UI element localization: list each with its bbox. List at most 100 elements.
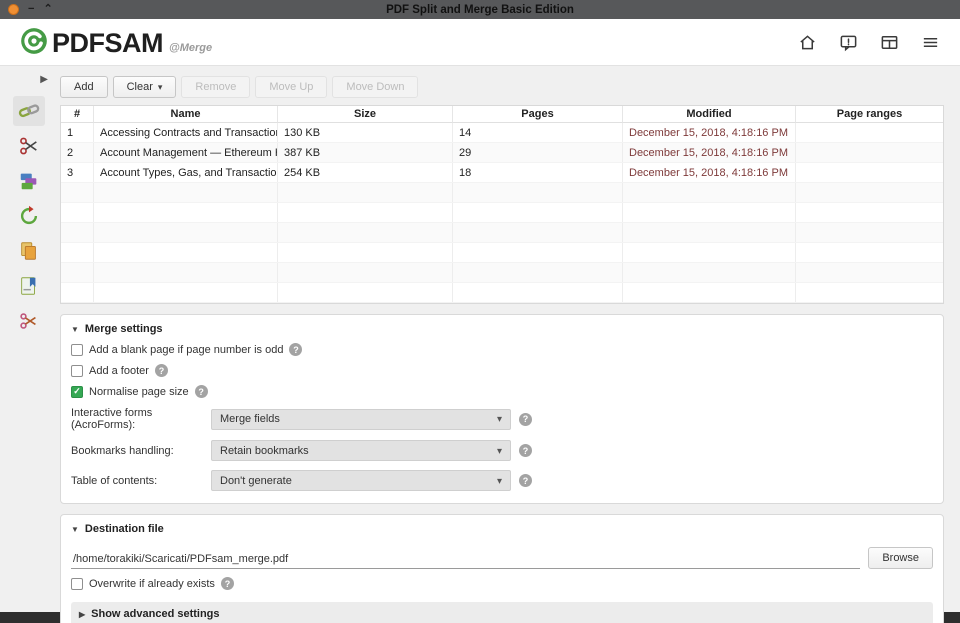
chevron-down-icon bbox=[497, 475, 502, 487]
destination-file-header[interactable]: Destination file bbox=[71, 523, 933, 535]
destination-file-panel: Destination file Browse Overwrite if alr… bbox=[60, 514, 944, 623]
cell-name: Accessing Contracts and Transaction... bbox=[94, 123, 278, 142]
remove-button[interactable]: Remove bbox=[181, 76, 251, 98]
help-icon[interactable] bbox=[194, 385, 208, 398]
home-button[interactable] bbox=[798, 33, 817, 52]
bookmarks-select[interactable]: Retain bookmarks bbox=[211, 440, 511, 461]
merge-settings-header[interactable]: Merge settings bbox=[71, 323, 933, 335]
toc-label: Table of contents: bbox=[71, 474, 158, 487]
cell-size: 254 KB bbox=[278, 163, 453, 182]
split-by-size-icon bbox=[20, 313, 36, 329]
alternate-mix-icon bbox=[20, 173, 37, 190]
cell-size: 130 KB bbox=[278, 123, 453, 142]
blank-page-checkbox[interactable] bbox=[71, 343, 83, 356]
cell-modified: December 15, 2018, 4:18:16 PM bbox=[623, 163, 796, 182]
file-list-toolbar: Add Clear Remove Move Up Move Down bbox=[60, 76, 944, 98]
move-up-button[interactable]: Move Up bbox=[255, 76, 328, 98]
cell-page-ranges[interactable] bbox=[796, 123, 943, 142]
overwrite-checkbox[interactable] bbox=[71, 577, 83, 590]
help-icon[interactable] bbox=[220, 577, 234, 590]
help-icon[interactable] bbox=[519, 474, 532, 487]
sidebar-expand-button[interactable]: ▶ bbox=[40, 74, 48, 85]
table-header-row: # Name Size Pages Modified Page ranges bbox=[61, 106, 943, 123]
help-icon[interactable] bbox=[519, 412, 532, 426]
browse-button[interactable]: Browse bbox=[868, 547, 933, 569]
cell-pages: 14 bbox=[453, 123, 623, 142]
chevron-down-icon bbox=[497, 445, 502, 457]
overwrite-label: Overwrite if already exists bbox=[89, 577, 215, 590]
table-empty-row bbox=[61, 243, 943, 263]
cell-pages: 18 bbox=[453, 163, 623, 182]
sidebar-item-split[interactable] bbox=[13, 131, 45, 161]
cell-page-ranges[interactable] bbox=[796, 143, 943, 162]
app-logo: PDFSAM @Merge bbox=[20, 27, 212, 57]
table-row[interactable]: 3 Account Types, Gas, and Transaction...… bbox=[61, 163, 943, 183]
acroforms-label: Interactive forms (AcroForms): bbox=[71, 407, 153, 431]
footer-label: Add a footer bbox=[89, 364, 149, 377]
column-header-pages[interactable]: Pages bbox=[453, 106, 623, 123]
merge-settings-panel: Merge settings Add a blank page if page … bbox=[60, 314, 944, 504]
chevron-down-icon bbox=[497, 413, 502, 425]
collapse-closed-icon bbox=[79, 608, 85, 620]
cell-num: 2 bbox=[61, 143, 94, 162]
rotate-icon bbox=[20, 205, 38, 225]
cell-modified: December 15, 2018, 4:18:16 PM bbox=[623, 123, 796, 142]
sidebar-item-split-size[interactable] bbox=[13, 306, 45, 336]
split-scissors-icon bbox=[20, 137, 37, 155]
workspace-button[interactable] bbox=[880, 33, 899, 52]
move-down-button[interactable]: Move Down bbox=[332, 76, 419, 98]
table-empty-row bbox=[61, 283, 943, 303]
clear-button[interactable]: Clear bbox=[112, 76, 177, 98]
module-name: @Merge bbox=[169, 42, 213, 54]
help-icon[interactable] bbox=[519, 444, 532, 457]
feedback-button[interactable] bbox=[839, 33, 858, 52]
merge-chain-icon bbox=[18, 104, 40, 118]
cell-num: 1 bbox=[61, 123, 94, 142]
menu-button[interactable] bbox=[921, 33, 940, 52]
cell-page-ranges[interactable] bbox=[796, 163, 943, 182]
sidebar-item-merge[interactable] bbox=[13, 96, 45, 126]
column-header-name[interactable]: Name bbox=[94, 106, 278, 123]
blank-page-label: Add a blank page if page number is odd bbox=[89, 343, 284, 356]
cell-modified: December 15, 2018, 4:18:16 PM bbox=[623, 143, 796, 162]
file-table: # Name Size Pages Modified Page ranges 1… bbox=[60, 105, 944, 304]
workspace-icon bbox=[881, 35, 898, 49]
cell-pages: 29 bbox=[453, 143, 623, 162]
sidebar-item-alternate-mix[interactable] bbox=[13, 166, 45, 196]
app-title: PDFSAM bbox=[52, 28, 164, 58]
add-button[interactable]: Add bbox=[60, 76, 108, 98]
destination-path-input[interactable] bbox=[71, 550, 861, 569]
column-header-size[interactable]: Size bbox=[278, 106, 453, 123]
titlebar: − ⌃ PDF Split and Merge Basic Edition bbox=[0, 0, 960, 19]
cell-name: Account Management — Ethereum H... bbox=[94, 143, 278, 162]
bookmarks-label: Bookmarks handling: bbox=[71, 444, 174, 457]
window-title: PDF Split and Merge Basic Edition bbox=[386, 3, 574, 16]
cell-size: 387 KB bbox=[278, 143, 453, 162]
help-icon[interactable] bbox=[154, 364, 168, 377]
pdfsam-logo-icon bbox=[21, 28, 47, 54]
chevron-down-icon bbox=[158, 81, 163, 93]
column-header-modified[interactable]: Modified bbox=[623, 106, 796, 123]
acroforms-select[interactable]: Merge fields bbox=[211, 408, 511, 430]
table-empty-row bbox=[61, 183, 943, 203]
sidebar-item-rotate[interactable] bbox=[13, 201, 45, 231]
extract-icon bbox=[21, 242, 36, 260]
collapse-open-icon bbox=[71, 323, 79, 335]
home-icon bbox=[800, 34, 815, 49]
table-row[interactable]: 2 Account Management — Ethereum H... 387… bbox=[61, 143, 943, 163]
footer-checkbox[interactable] bbox=[71, 364, 83, 377]
show-advanced-settings-toggle[interactable]: Show advanced settings bbox=[71, 602, 933, 623]
column-header-num[interactable]: # bbox=[61, 106, 94, 123]
table-row[interactable]: 1 Accessing Contracts and Transaction...… bbox=[61, 123, 943, 143]
sidebar-item-extract[interactable] bbox=[13, 236, 45, 266]
normalise-page-size-checkbox[interactable] bbox=[71, 385, 83, 398]
feedback-icon bbox=[840, 35, 857, 51]
toc-select[interactable]: Don't generate bbox=[211, 470, 511, 491]
help-icon[interactable] bbox=[289, 343, 303, 356]
cell-num: 3 bbox=[61, 163, 94, 182]
split-by-bookmarks-icon bbox=[21, 277, 36, 295]
sidebar-item-split-bookmarks[interactable] bbox=[13, 271, 45, 301]
column-header-page-ranges[interactable]: Page ranges bbox=[796, 106, 943, 123]
table-empty-row bbox=[61, 223, 943, 243]
collapse-open-icon bbox=[71, 523, 79, 535]
